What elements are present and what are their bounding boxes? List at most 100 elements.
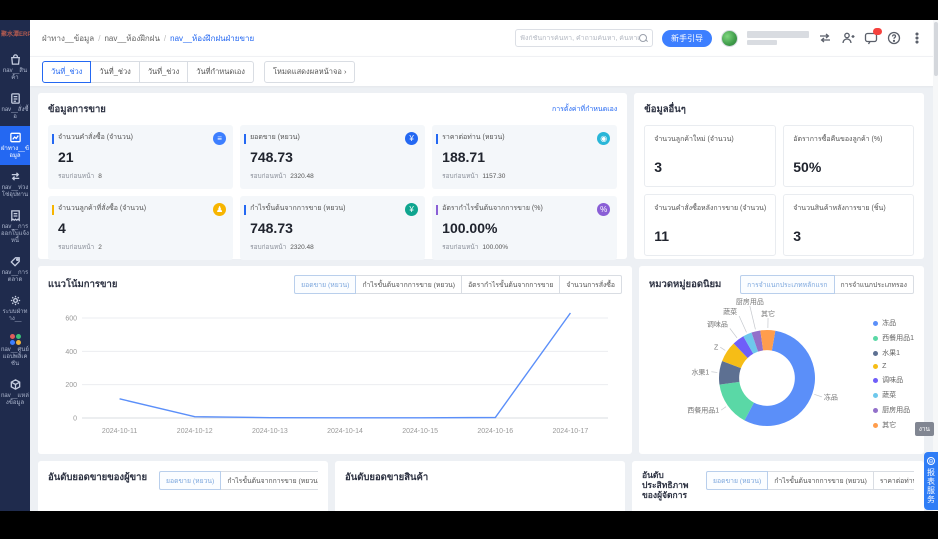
manager-rank-metric-button-0[interactable]: ยอดขาย (หยวน) — [706, 471, 768, 490]
sales-trend-line-chart: 02004006002024-10-112024-10-122024-10-13… — [48, 294, 622, 442]
invoice-icon — [9, 209, 22, 222]
legend-label: 调味品 — [882, 375, 903, 385]
legend-label: 冻品 — [882, 318, 896, 328]
trend-metric-button-1[interactable]: กำไรขั้นต้นจากการขาย (หยวน) — [355, 275, 462, 294]
legend-dot — [873, 378, 878, 383]
tile-accent — [52, 134, 54, 144]
messages-icon[interactable] — [864, 31, 878, 45]
seller-ranking-card: อันดับยอดขายของผู้ขาย ยอดขาย (หยวน)กำไรข… — [38, 461, 328, 511]
more-menu-icon[interactable] — [910, 31, 924, 45]
popular-categories-card: หมวดหมู่ยอดนิยม การจำแนกประเภทหลักแรกการ… — [639, 266, 924, 454]
manager-rank-metric-button-2[interactable]: ราคาต่อท่าน (หยวน) — [873, 471, 914, 490]
other-kpi-tile-1[interactable]: อัตราการซื้อคืนของลูกค้า (%)50% — [783, 125, 914, 187]
kpi-tile-2[interactable]: ราคาต่อท่าน (หยวน)188.71รอบก่อนหน้า1157.… — [432, 125, 617, 189]
tile-accent — [436, 134, 438, 144]
sidebar-item-5[interactable]: nav__การตลาด — [0, 250, 30, 289]
trend-metric-button-2[interactable]: อัตรากำไรขั้นต้นจากการขาย — [461, 275, 560, 294]
avatar[interactable] — [721, 30, 738, 47]
floating-tooltip: งาน — [915, 422, 934, 436]
switch-account-icon[interactable] — [818, 31, 832, 45]
legend-item-4[interactable]: 调味品 — [873, 375, 914, 385]
legend-item-1[interactable]: 西餐用品1 — [873, 333, 914, 343]
search-input[interactable] — [520, 35, 639, 42]
breadcrumb-item[interactable]: ฝ่าทาง__ข้อมูล — [42, 34, 94, 43]
sidebar-item-2[interactable]: ฝ่าทาง__ข้อมูล — [0, 126, 30, 165]
kpi-value: 21 — [58, 149, 225, 165]
date-range-tab-3[interactable]: วันที่กำหนดเอง — [187, 61, 254, 83]
newbie-guide-button[interactable]: 新手引导 — [662, 30, 712, 47]
kpi-label: จำนวนลูกค้าที่สั่งซื้อ (จำนวน) — [58, 203, 225, 214]
seller-rank-metric-button-0[interactable]: ยอดขาย (หยวน) — [159, 471, 221, 490]
category-metric-button-1[interactable]: การจำแนกประเภทรอง — [834, 275, 914, 294]
trend-metric-button-3[interactable]: จำนวนการสั่งซื้อ — [559, 275, 622, 294]
tile-accent — [436, 205, 438, 215]
kpi-tile-4[interactable]: กำไรขั้นต้นจากการขาย (หยวน)748.73รอบก่อน… — [240, 196, 425, 260]
sidebar-item-label: ระบบฝ่าทาง__ — [1, 309, 29, 323]
kpi-previous: รอบก่อนหน้า100.00% — [442, 242, 609, 252]
legend-item-3[interactable]: Z — [873, 363, 914, 370]
kpi-previous: รอบก่อนหน้า2320.48 — [250, 171, 417, 181]
legend-item-0[interactable]: 冻品 — [873, 318, 914, 328]
sidebar-item-0[interactable]: nav__สินค้า — [0, 48, 30, 87]
global-search[interactable] — [515, 29, 653, 47]
kpi-tile-1[interactable]: ยอดขาย (หยวน)748.73รอบก่อนหน้า2320.48¥ — [240, 125, 425, 189]
report-service-ribbon[interactable]: ⊖ 报表服务 — [924, 452, 938, 510]
sidebar-item-label: nav__สั่งซื้อ — [1, 107, 29, 121]
svg-text:2024-10-11: 2024-10-11 — [102, 428, 137, 435]
app-logo: 聚水潭ERP — [0, 20, 30, 48]
custom-settings-link[interactable]: การตั้งค่าที่กำหนดเอง — [552, 104, 617, 115]
product-ranking-card: อันดับยอดขายสินค้า — [335, 461, 625, 511]
breadcrumb-item[interactable]: nav__ห้องฝึกฝน — [104, 34, 159, 43]
svg-text:2024-10-13: 2024-10-13 — [252, 428, 288, 435]
legend-dot — [873, 321, 878, 326]
date-range-tab-1[interactable]: วันที่_ช่วง — [90, 61, 139, 83]
legend-item-5[interactable]: 蔬菜 — [873, 390, 914, 400]
kpi-label: จำนวนคำสั่งซื้อ (จำนวน) — [58, 132, 225, 143]
kpi-previous: รอบก่อนหน้า1157.30 — [442, 171, 609, 181]
kpi-label: จำนวนสินค้าหลังการขาย (ชิ้น) — [793, 203, 904, 214]
legend-label: 厨房用品 — [882, 405, 910, 415]
sidebar-item-label: nav__สินค้า — [1, 68, 29, 82]
sales-data-card: ข้อมูลการขาย การตั้งค่าที่กำหนดเอง จำนวน… — [38, 93, 627, 259]
sidebar-item-3[interactable]: nav__ห่วงโซ่อุปทาน — [0, 165, 30, 204]
sidebar-item-6[interactable]: ระบบฝ่าทาง__ — [0, 289, 30, 328]
legend-item-2[interactable]: 水果1 — [873, 348, 914, 358]
page-scrollbar[interactable] — [933, 20, 938, 511]
trend-metric-button-0[interactable]: ยอดขาย (หยวน) — [294, 275, 356, 294]
contact-add-icon[interactable] — [841, 31, 855, 45]
seller-rank-metric-button-1[interactable]: กำไรขั้นต้นจากการขาย (หยวน) — [220, 471, 318, 490]
customer-icon: ♟ — [213, 203, 226, 216]
content: ข้อมูลการขาย การตั้งค่าที่กำหนดเอง จำนวน… — [30, 86, 930, 511]
legend-label: Z — [882, 363, 886, 370]
apps-icon — [9, 333, 21, 345]
search-icon[interactable] — [639, 34, 648, 43]
date-range-tab-2[interactable]: วันที่_ช่วง — [139, 61, 188, 83]
legend-item-7[interactable]: 其它 — [873, 420, 914, 430]
cube-icon — [9, 378, 22, 391]
legend-item-6[interactable]: 厨房用品 — [873, 405, 914, 415]
legend-dot — [873, 423, 878, 428]
help-icon[interactable] — [887, 31, 901, 45]
svg-text:2024-10-17: 2024-10-17 — [553, 428, 589, 435]
scrollbar-thumb[interactable] — [934, 22, 938, 76]
sidebar-item-1[interactable]: nav__สั่งซื้อ — [0, 87, 30, 126]
sidebar-item-7[interactable]: nav__ศูนย์แอปพลิเคชัน — [0, 328, 30, 373]
kpi-tile-0[interactable]: จำนวนคำสั่งซื้อ (จำนวน)21รอบก่อนหน้า8≡ — [48, 125, 233, 189]
other-kpi-tile-2[interactable]: จำนวนคำสั่งซื้อหลังการขาย (จำนวน)11 — [644, 194, 776, 256]
legend-dot — [873, 408, 878, 413]
date-range-tab-0[interactable]: วันที่_ช่วง — [42, 61, 91, 83]
kpi-tile-5[interactable]: อัตรากำไรขั้นต้นจากการขาย (%)100.00%รอบก… — [432, 196, 617, 260]
other-kpi-tile-0[interactable]: จำนวนลูกค้าใหม่ (จำนวน)3 — [644, 125, 776, 187]
kpi-tile-3[interactable]: จำนวนลูกค้าที่สั่งซื้อ (จำนวน)4รอบก่อนหน… — [48, 196, 233, 260]
manager-rank-metric-button-1[interactable]: กำไรขั้นต้นจากการขาย (หยวน) — [767, 471, 874, 490]
category-metric-button-0[interactable]: การจำแนกประเภทหลักแรก — [740, 275, 834, 294]
sidebar-item-8[interactable]: nav__แหล่งข้อมูล — [0, 373, 30, 412]
sidebar-item-4[interactable]: nav__การออกใบแจ้งหนี้ — [0, 204, 30, 250]
display-mode-button[interactable]: โหมดแสดงผลหน้าจอ › — [264, 61, 355, 83]
svg-text:2024-10-15: 2024-10-15 — [402, 428, 438, 435]
breadcrumb-item[interactable]: nav__ห้องฝึกฝนฝ่ายขาย — [170, 34, 254, 43]
sidebar-item-label: nav__การออกใบแจ้งหนี้ — [1, 224, 29, 245]
product-ranking-title: อันดับยอดขายสินค้า — [345, 470, 428, 485]
sidebar-item-label: nav__ห่วงโซ่อุปทาน — [1, 185, 29, 199]
other-kpi-tile-3[interactable]: จำนวนสินค้าหลังการขาย (ชิ้น)3 — [783, 194, 914, 256]
